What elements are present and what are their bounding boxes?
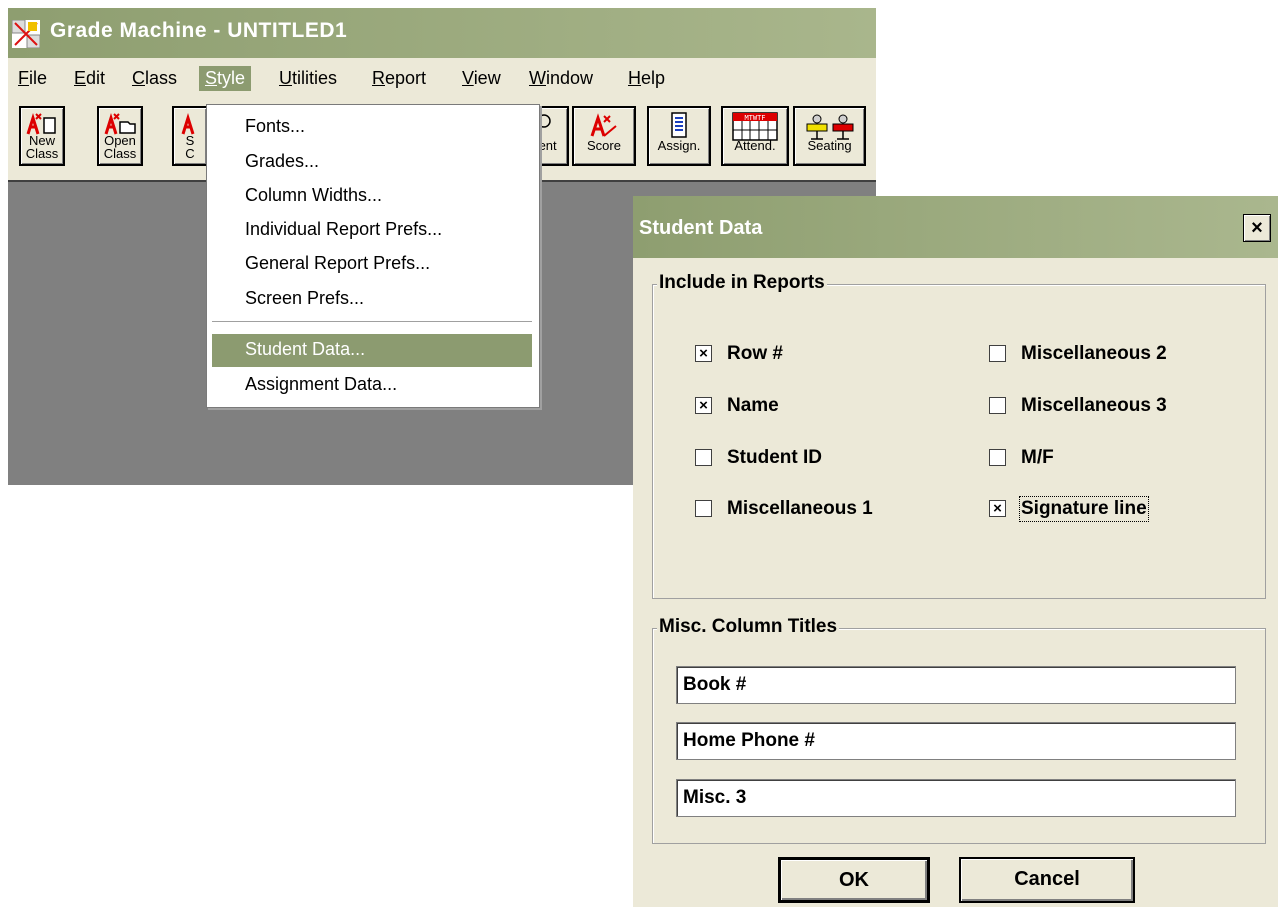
student-id-check[interactable] (695, 449, 712, 466)
menu-view[interactable]: View (456, 66, 507, 91)
name-check[interactable]: × (695, 397, 712, 414)
style-menu-dropdown: Fonts... Grades... Column Widths... Indi… (206, 104, 540, 408)
menu-style[interactable]: Style (199, 66, 252, 91)
name-label: Name (727, 395, 779, 416)
app-title: Grade Machine - UNTITLED1 (50, 19, 348, 42)
menu-item-general-report-prefs[interactable]: General Report Prefs... (245, 253, 430, 274)
row-number-check[interactable]: × (695, 345, 712, 362)
menu-file[interactable]: File (12, 66, 53, 91)
misc1-check[interactable] (695, 500, 712, 517)
score-button[interactable]: Score (572, 106, 636, 166)
menu-item-individual-report-prefs[interactable]: Individual Report Prefs... (245, 219, 442, 240)
mf-check[interactable] (989, 449, 1006, 466)
score-label: Score (587, 138, 621, 153)
signature-line-label: Signature line (1019, 496, 1149, 522)
save-class-button[interactable]: SC (172, 106, 208, 166)
menu-class[interactable]: Class (126, 66, 183, 91)
misc2-check[interactable] (989, 345, 1006, 362)
seating-label: Seating (807, 138, 852, 153)
menu-utilities[interactable]: Utilities (273, 66, 343, 91)
cancel-button[interactable]: Cancel (959, 857, 1135, 903)
misc-column-titles-legend: Misc. Column Titles (657, 616, 840, 638)
menu-item-screen-prefs[interactable]: Screen Prefs... (245, 288, 364, 309)
menu-item-column-widths[interactable]: Column Widths... (245, 185, 382, 206)
grade-machine-logo-icon (12, 20, 40, 48)
ok-button[interactable]: OK (778, 857, 930, 903)
misc-title-3-input[interactable] (676, 779, 1236, 817)
save-class-label2: C (185, 146, 195, 161)
attendance-button[interactable]: MTWTF Attend. (721, 106, 789, 166)
misc3-check[interactable] (989, 397, 1006, 414)
mf-label: M/F (1021, 447, 1054, 468)
menu-item-fonts[interactable]: Fonts... (245, 116, 305, 137)
misc1-label: Miscellaneous 1 (727, 498, 873, 519)
open-class-button[interactable]: Open Class (97, 106, 143, 166)
misc-title-2-input[interactable] (676, 722, 1236, 760)
seating-button[interactable]: Seating (793, 106, 866, 166)
misc2-label: Miscellaneous 2 (1021, 343, 1167, 364)
menu-report[interactable]: Report (366, 66, 432, 91)
attendance-icon-text: MTWTF (744, 114, 765, 122)
new-class-label2: Class (25, 146, 59, 161)
misc-title-1-input[interactable] (676, 666, 1236, 704)
menu-window[interactable]: Window (523, 66, 599, 91)
cancel-label: Cancel (1014, 868, 1080, 890)
misc3-label: Miscellaneous 3 (1021, 395, 1167, 416)
open-class-label2: Class (103, 146, 137, 161)
menu-separator (212, 321, 532, 323)
assignment-icon (671, 112, 687, 138)
menu-item-student-data[interactable]: Student Data... (245, 339, 365, 360)
signature-line-check[interactable]: × (989, 500, 1006, 517)
student-id-label: Student ID (727, 447, 822, 468)
row-number-label: Row # (727, 343, 783, 364)
menu-item-assignment-data[interactable]: Assignment Data... (245, 374, 397, 395)
menu-bar: File Edit Class Style Utilities Report V… (8, 58, 876, 98)
title-bar: Grade Machine - UNTITLED1 (8, 8, 876, 58)
menu-help[interactable]: Help (622, 66, 671, 91)
score-icon (590, 113, 617, 137)
assignment-label: Assign. (657, 138, 701, 153)
include-in-reports-group (652, 284, 1266, 599)
assignment-button[interactable]: Assign. (647, 106, 711, 166)
menu-edit[interactable]: Edit (68, 66, 111, 91)
close-icon[interactable]: × (1243, 214, 1271, 242)
attendance-label: Attend. (734, 138, 776, 153)
dialog-title: Student Data (639, 217, 763, 239)
dialog-title-bar: Student Data × (633, 196, 1278, 258)
ok-label: OK (839, 869, 869, 891)
new-class-button[interactable]: New Class (19, 106, 65, 166)
include-in-reports-legend: Include in Reports (657, 272, 827, 294)
menu-item-grades[interactable]: Grades... (245, 151, 319, 172)
student-data-dialog: Student Data × Include in Reports × Row … (633, 196, 1278, 907)
